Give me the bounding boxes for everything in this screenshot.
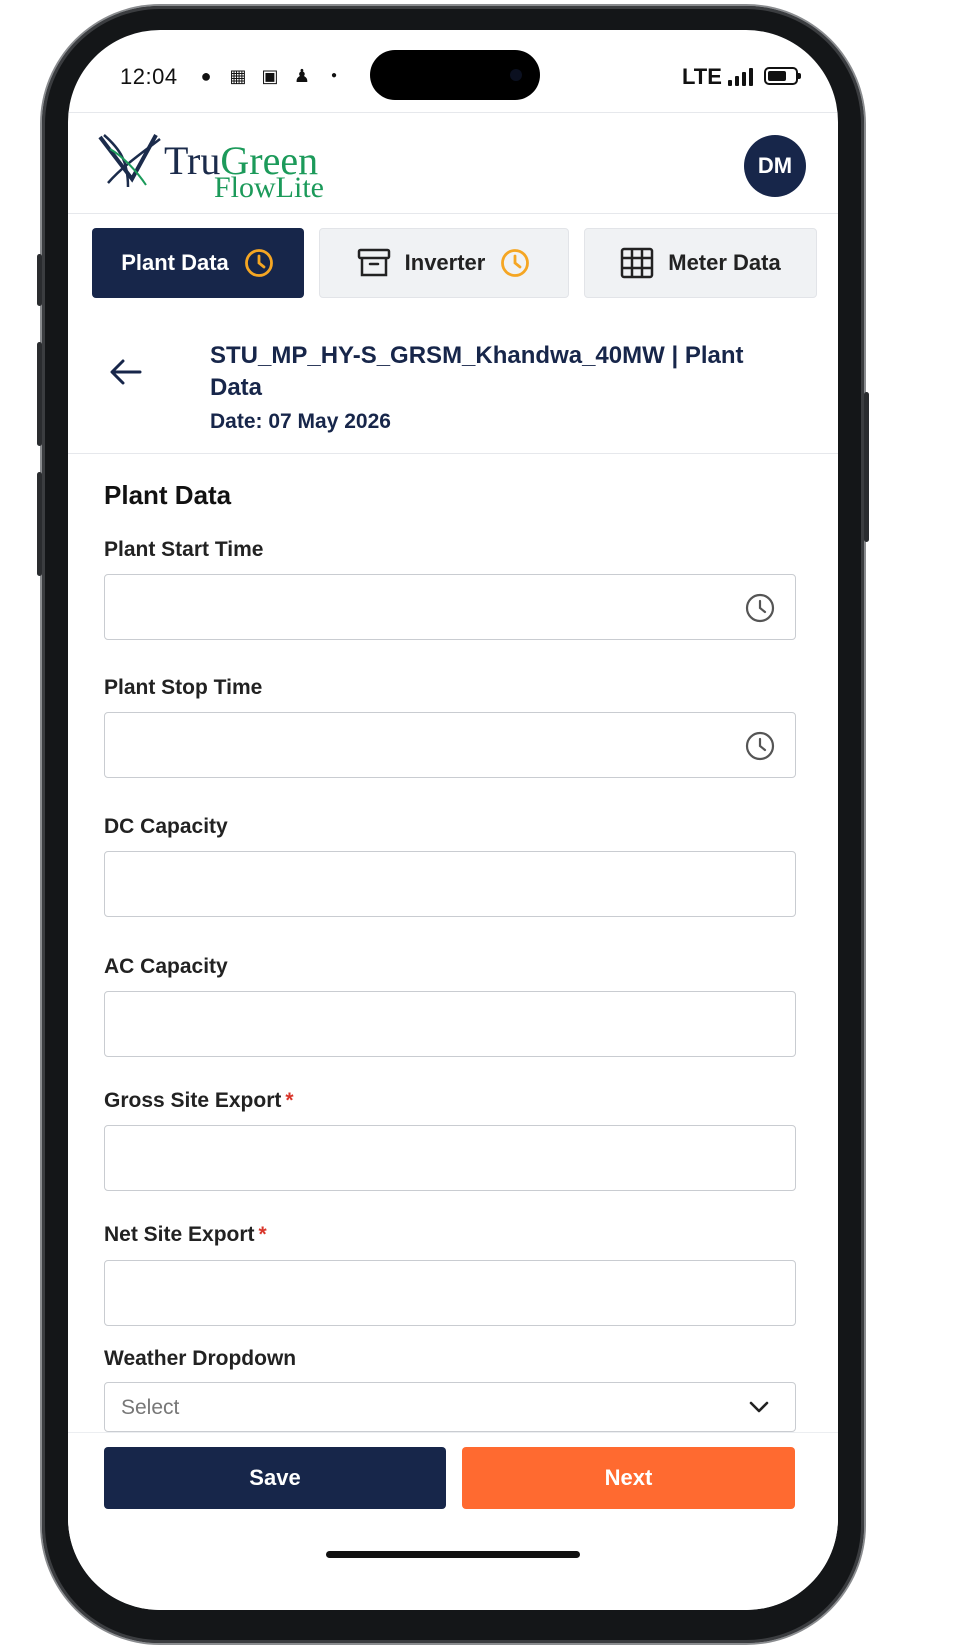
volume-down-button xyxy=(37,472,42,576)
page-title: STU_MP_HY-S_GRSM_Khandwa_40MW | Plant Da… xyxy=(210,342,744,401)
section-tabs: Plant Data Inverter Meter Data xyxy=(92,228,818,300)
tab-meter-data[interactable]: Meter Data xyxy=(584,228,817,298)
net-site-export-label-text: Net Site Export xyxy=(104,1223,255,1246)
battery-icon xyxy=(764,67,801,85)
status-time: 12:04 xyxy=(120,64,178,89)
phone-screen: 12:04 ● ▦ ▣ ♟ ● LTE TruGreen FlowLite DM… xyxy=(68,30,838,1610)
next-button[interactable]: Next xyxy=(462,1447,795,1509)
page-header: STU_MP_HY-S_GRSM_Khandwa_40MW | Plant Da… xyxy=(68,316,838,454)
save-button[interactable]: Save xyxy=(104,1447,446,1509)
ac-capacity-label: AC Capacity xyxy=(104,955,228,978)
plant-stop-time-label: Plant Stop Time xyxy=(104,676,263,699)
dc-capacity-input[interactable] xyxy=(104,851,796,917)
tab-plant-data[interactable]: Plant Data xyxy=(92,228,304,298)
chevron-down-icon xyxy=(749,1401,769,1413)
dynamic-island xyxy=(370,50,540,100)
clock-icon xyxy=(501,249,530,277)
network-type: LTE xyxy=(682,64,722,89)
action-button xyxy=(37,254,42,306)
volume-up-button xyxy=(37,342,42,446)
net-site-export-input[interactable] xyxy=(104,1260,796,1326)
plant-start-time-input[interactable] xyxy=(104,574,796,640)
app-header: TruGreen FlowLite DM xyxy=(68,112,838,214)
time-picker-icon[interactable] xyxy=(744,730,776,762)
logo-mark-icon xyxy=(98,134,161,188)
grid-icon xyxy=(621,247,654,279)
gross-site-export-input[interactable] xyxy=(104,1125,796,1191)
chat-icon: ● xyxy=(200,66,212,86)
page-date: Date: 07 May 2026 xyxy=(210,410,391,433)
gross-site-export-label-text: Gross Site Export xyxy=(104,1089,282,1112)
more-dot-icon: ● xyxy=(330,70,338,81)
signal-icon xyxy=(728,68,753,86)
net-site-export-label: Net Site Export * xyxy=(104,1223,267,1247)
home-indicator[interactable] xyxy=(326,1551,580,1558)
calendar-icon: ▣ xyxy=(261,66,279,86)
bottom-action-bar: Save Next xyxy=(68,1432,838,1610)
trugreen-logo[interactable]: TruGreen FlowLite xyxy=(98,131,358,204)
section-title: Plant Data xyxy=(104,480,232,510)
weather-dropdown-label: Weather Dropdown xyxy=(104,1347,297,1370)
notification-icons: ● ▦ ▣ ♟ ● xyxy=(196,66,344,86)
clock-icon xyxy=(244,249,273,277)
time-picker-icon[interactable] xyxy=(744,592,776,624)
dc-capacity-label: DC Capacity xyxy=(104,815,228,838)
logo-product-name: FlowLite xyxy=(214,171,324,204)
status-bar: 12:04 ● ▦ ▣ ♟ ● LTE xyxy=(68,30,838,110)
people-icon: ♟ xyxy=(293,66,311,86)
tab-label: Meter Data xyxy=(668,250,781,275)
tab-label: Plant Data xyxy=(121,250,229,275)
tab-label: Inverter xyxy=(404,250,486,275)
archive-icon xyxy=(357,248,390,277)
required-marker: * xyxy=(258,1223,267,1246)
package-icon: ▦ xyxy=(229,66,247,86)
back-arrow-icon[interactable] xyxy=(108,356,144,388)
required-marker: * xyxy=(285,1089,294,1112)
camera-icon xyxy=(510,69,522,81)
plant-start-time-label: Plant Start Time xyxy=(104,538,264,561)
tab-inverter[interactable]: Inverter xyxy=(319,228,569,298)
weather-dropdown-select[interactable]: Select xyxy=(104,1382,796,1432)
user-avatar[interactable]: DM xyxy=(744,135,806,197)
ac-capacity-input[interactable] xyxy=(104,991,796,1057)
weather-dropdown-value: Select xyxy=(121,1396,180,1419)
plant-stop-time-input[interactable] xyxy=(104,712,796,778)
gross-site-export-label: Gross Site Export * xyxy=(104,1089,294,1113)
logo-brand-part1: Tru xyxy=(164,138,221,183)
power-button xyxy=(864,392,869,542)
